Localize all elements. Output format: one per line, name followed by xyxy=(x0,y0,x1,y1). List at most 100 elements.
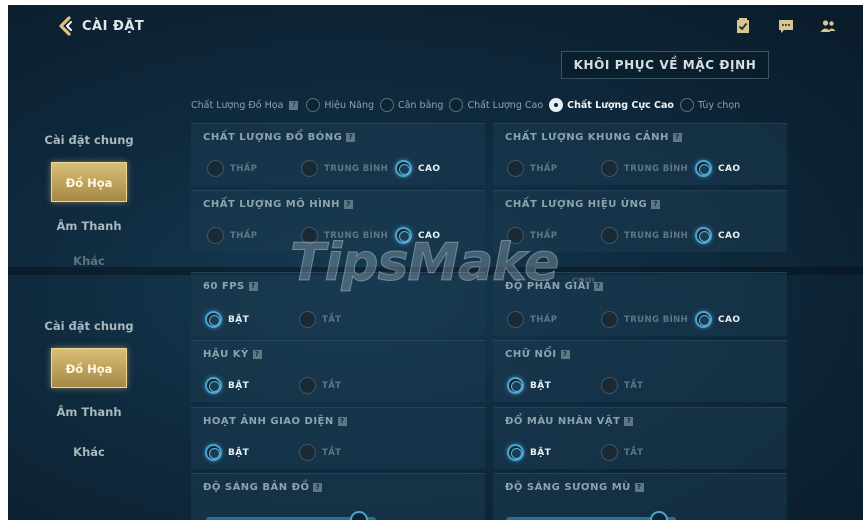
radio-selected-icon xyxy=(695,160,712,177)
option-off[interactable]: TẮT xyxy=(299,444,341,461)
sidebar-item-graphics[interactable]: Đồ Họa xyxy=(51,162,127,202)
radio-icon xyxy=(306,98,321,112)
radio-icon xyxy=(299,311,316,328)
help-icon[interactable]: ? xyxy=(651,199,661,209)
setting-title: CHẤT LƯỢNG KHUNG CẢNH xyxy=(505,132,669,143)
setting-post-processing: HẬU KỲ? BẬT TẮT xyxy=(191,340,485,402)
radio-selected-icon xyxy=(549,98,564,112)
radio-icon xyxy=(507,311,524,328)
radio-icon xyxy=(601,377,618,394)
option-high[interactable]: CAO xyxy=(695,227,740,244)
help-icon[interactable]: ? xyxy=(289,100,299,110)
setting-map-brightness: ĐỘ SÁNG BẢN ĐỒ? xyxy=(191,473,485,520)
preset-option-custom[interactable]: Tùy chọn xyxy=(679,98,740,112)
preset-option-performance[interactable]: Hiệu Năng xyxy=(306,98,374,112)
option-medium[interactable]: TRUNG BÌNH xyxy=(601,227,688,244)
radio-icon xyxy=(601,227,618,244)
radio-selected-icon xyxy=(695,227,712,244)
sidebar-item-general[interactable]: Cài đặt chung xyxy=(36,306,142,346)
option-medium[interactable]: TRUNG BÌNH xyxy=(601,311,688,328)
mission-icon[interactable] xyxy=(735,18,751,34)
help-icon[interactable]: ? xyxy=(346,132,356,142)
setting-text-outline: CHỮ NỔI? BẬT TẮT xyxy=(493,340,787,402)
setting-ui-animation: HOẠT ẢNH GIAO DIỆN? BẬT TẮT xyxy=(191,407,485,469)
help-icon[interactable]: ? xyxy=(672,132,682,142)
header: CÀI ĐẶT xyxy=(8,5,863,47)
help-icon[interactable]: ? xyxy=(560,349,570,359)
back-button[interactable]: CÀI ĐẶT xyxy=(56,15,144,37)
radio-selected-icon xyxy=(205,377,222,394)
help-icon[interactable]: ? xyxy=(624,416,634,426)
radio-icon xyxy=(207,160,224,177)
help-icon[interactable]: ? xyxy=(252,349,262,359)
radio-selected-icon xyxy=(507,444,524,461)
preset-option-ultra[interactable]: Chất Lượng Cực Cao xyxy=(549,98,674,112)
restore-defaults-button[interactable]: KHÔI PHỤC VỀ MẶC ĐỊNH xyxy=(561,51,769,79)
setting-title: 60 FPS xyxy=(203,281,245,292)
option-off[interactable]: TẮT xyxy=(299,311,341,328)
help-icon[interactable]: ? xyxy=(594,281,604,291)
option-high[interactable]: CAO xyxy=(695,160,740,177)
sidebar-item-other[interactable]: Khác xyxy=(36,246,142,268)
setting-title: CHẤT LƯỢNG HIỆU ỨNG xyxy=(505,199,648,210)
radio-icon xyxy=(601,311,618,328)
radio-icon xyxy=(679,98,694,112)
option-on[interactable]: BẬT xyxy=(507,444,551,461)
radio-selected-icon xyxy=(395,160,412,177)
option-on[interactable]: BẬT xyxy=(205,377,249,394)
setting-title: ĐỘ SÁNG BẢN ĐỒ xyxy=(203,482,310,493)
sidebar-item-sound[interactable]: Âm Thanh xyxy=(36,392,142,432)
radio-icon xyxy=(299,444,316,461)
option-on[interactable]: BẬT xyxy=(205,311,249,328)
radio-selected-icon xyxy=(695,311,712,328)
option-off[interactable]: TẮT xyxy=(601,444,643,461)
radio-icon xyxy=(301,160,318,177)
option-off[interactable]: TẮT xyxy=(299,377,341,394)
help-icon[interactable]: ? xyxy=(634,482,644,492)
option-low[interactable]: THẤP xyxy=(507,311,557,328)
help-icon[interactable]: ? xyxy=(337,416,347,426)
radio-icon xyxy=(601,160,618,177)
option-on[interactable]: BẬT xyxy=(507,377,551,394)
setting-scene-quality: CHẤT LƯỢNG KHUNG CẢNH? THẤP TRUNG BÌNH C… xyxy=(493,123,787,185)
setting-title: ĐỔ MÀU NHÂN VẬT xyxy=(505,416,621,427)
radio-selected-icon xyxy=(205,311,222,328)
sidebar-item-sound[interactable]: Âm Thanh xyxy=(36,206,142,246)
radio-icon xyxy=(380,98,395,112)
radio-icon xyxy=(601,444,618,461)
help-icon[interactable]: ? xyxy=(344,199,354,209)
setting-fog-brightness: ĐỘ SÁNG SƯƠNG MÙ? xyxy=(493,473,787,520)
preset-label: Chất Lượng Đồ Họa xyxy=(191,99,284,111)
friends-icon[interactable] xyxy=(820,18,836,34)
help-icon[interactable]: ? xyxy=(313,482,323,492)
help-icon[interactable]: ? xyxy=(248,281,258,291)
option-high[interactable]: CAO xyxy=(695,311,740,328)
option-low[interactable]: THẤP xyxy=(507,160,557,177)
sidebar-item-graphics[interactable]: Đồ Họa xyxy=(51,348,127,388)
radio-icon xyxy=(299,377,316,394)
option-on[interactable]: BẬT xyxy=(205,444,249,461)
setting-title: CHỮ NỔI xyxy=(505,349,557,360)
setting-title: HẬU KỲ xyxy=(203,349,249,360)
setting-title: CHẤT LƯỢNG ĐỔ BÓNG xyxy=(203,132,343,143)
graphics-preset-row: Chất Lượng Đồ Họa ? Hiệu Năng Cân bằng C… xyxy=(191,94,791,116)
setting-shadow-quality: CHẤT LƯỢNG ĐỔ BÓNG? THẤP TRUNG BÌNH CAO xyxy=(191,123,485,185)
option-low[interactable]: THẤP xyxy=(207,227,257,244)
sidebar-item-other[interactable]: Khác xyxy=(36,432,142,472)
option-high[interactable]: CAO xyxy=(395,160,440,177)
sidebar-item-general[interactable]: Cài đặt chung xyxy=(36,120,142,160)
setting-title: HOẠT ẢNH GIAO DIỆN xyxy=(203,416,334,427)
radio-icon xyxy=(507,160,524,177)
setting-title: ĐỘ SÁNG SƯƠNG MÙ xyxy=(505,482,631,493)
preset-option-high[interactable]: Chất Lượng Cao xyxy=(449,98,543,112)
option-medium[interactable]: TRUNG BÌNH xyxy=(601,160,688,177)
back-arrow-icon xyxy=(59,16,72,36)
setting-hero-color: ĐỔ MÀU NHÂN VẬT? BẬT TẮT xyxy=(493,407,787,469)
option-medium[interactable]: TRUNG BÌNH xyxy=(301,160,388,177)
setting-title: CHẤT LƯỢNG MÔ HÌNH xyxy=(203,199,341,210)
page-title: CÀI ĐẶT xyxy=(82,18,145,34)
option-low[interactable]: THẤP xyxy=(207,160,257,177)
option-off[interactable]: TẮT xyxy=(601,377,643,394)
preset-option-balanced[interactable]: Cân bằng xyxy=(380,98,443,112)
chat-icon[interactable] xyxy=(778,18,794,34)
